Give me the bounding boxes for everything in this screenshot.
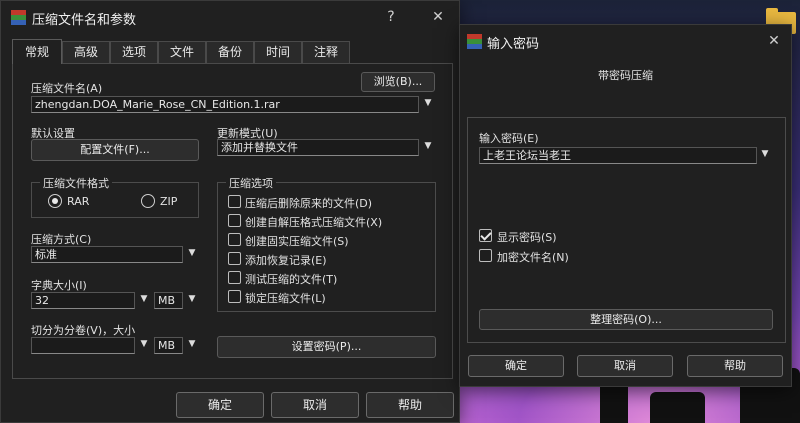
compression-method-select[interactable]: 标准 (31, 246, 183, 263)
dictionary-size-select[interactable]: 32 (31, 292, 135, 309)
option-test-files-label[interactable]: 测试压缩的文件(T) (245, 271, 337, 287)
show-password-checkbox[interactable] (479, 229, 492, 242)
split-unit-chevron-icon[interactable]: ▼ (186, 339, 198, 349)
format-rar-radio[interactable] (48, 194, 62, 208)
cancel-button[interactable]: 取消 (271, 392, 359, 418)
password-title-bar[interactable]: 输入密码 ✕ (460, 25, 791, 57)
help-question-icon[interactable]: ? (378, 7, 404, 27)
split-size-input[interactable] (31, 337, 135, 354)
ok-button[interactable]: 确定 (176, 392, 264, 418)
profiles-button[interactable]: 配置文件(F)... (31, 139, 199, 161)
option-lock-archive-label[interactable]: 锁定压缩文件(L) (245, 290, 326, 306)
archive-name-dropdown-chevron-icon[interactable]: ▼ (422, 98, 434, 108)
password-cancel-button[interactable]: 取消 (577, 355, 673, 377)
silhouette-mid (650, 392, 705, 423)
option-delete-after-label[interactable]: 压缩后删除原来的文件(D) (245, 195, 372, 211)
archive-name-input[interactable]: zhengdan.DOA_Marie_Rose_CN_Edition.1.rar (31, 96, 419, 113)
main-dialog-title: 压缩文件名和参数 (32, 13, 137, 28)
format-rar-label[interactable]: RAR (67, 195, 89, 208)
split-volumes-label: 切分为分卷(V)，大小 (31, 324, 136, 337)
winrar-app-icon (467, 34, 482, 49)
option-recovery-record-label[interactable]: 添加恢复记录(E) (245, 252, 327, 268)
show-password-label[interactable]: 显示密码(S) (497, 229, 557, 245)
main-title-bar[interactable]: 压缩文件名和参数 ? ✕ (1, 1, 459, 33)
option-test-files-checkbox[interactable] (228, 271, 241, 284)
dictionary-unit-select[interactable]: MB (154, 292, 183, 309)
option-sfx-label[interactable]: 创建自解压格式压缩文件(X) (245, 214, 382, 230)
password-input[interactable]: 上老王论坛当老王 (479, 147, 757, 164)
split-unit-select[interactable]: MB (154, 337, 183, 354)
password-subtitle: 带密码压缩 (598, 69, 653, 82)
archiving-options-group-title: 压缩选项 (226, 175, 276, 191)
password-history-chevron-icon[interactable]: ▼ (759, 149, 771, 159)
tab-time[interactable]: 时间 (254, 41, 302, 63)
tab-general[interactable]: 常规 (12, 39, 62, 64)
archive-format-group-title: 压缩文件格式 (40, 175, 112, 191)
browse-button[interactable]: 浏览(B)... (361, 72, 435, 92)
option-recovery-record-checkbox[interactable] (228, 252, 241, 265)
update-mode-select[interactable]: 添加并替换文件 (217, 139, 419, 156)
tab-comment[interactable]: 注释 (302, 41, 350, 63)
set-password-button[interactable]: 设置密码(P)... (217, 336, 436, 358)
tab-backup[interactable]: 备份 (206, 41, 254, 63)
dictionary-unit-chevron-icon[interactable]: ▼ (186, 294, 198, 304)
option-solid-checkbox[interactable] (228, 233, 241, 246)
encrypt-file-names-checkbox[interactable] (479, 249, 492, 262)
compression-method-chevron-icon[interactable]: ▼ (186, 248, 198, 258)
option-solid-label[interactable]: 创建固实压缩文件(S) (245, 233, 349, 249)
tab-files[interactable]: 文件 (158, 41, 206, 63)
encrypt-file-names-label[interactable]: 加密文件名(N) (497, 249, 569, 265)
tab-advanced[interactable]: 高级 (62, 41, 110, 63)
password-dialog-title: 输入密码 (487, 37, 540, 52)
winrar-app-icon (11, 10, 26, 25)
close-icon[interactable]: ✕ (761, 31, 787, 51)
dictionary-size-chevron-icon[interactable]: ▼ (138, 294, 150, 304)
archive-name-and-parameters-dialog: 压缩文件名和参数 ? ✕ 常规 高级 选项 文件 备份 时间 注释 压缩文件名(… (0, 0, 460, 423)
compression-method-label: 压缩方式(C) (31, 233, 92, 246)
split-size-chevron-icon[interactable]: ▼ (138, 339, 150, 349)
tab-options[interactable]: 选项 (110, 41, 158, 63)
enter-password-dialog: 输入密码 ✕ 带密码压缩 输入密码(E) 上老王论坛当老王 ▼ 显示密码(S) … (459, 24, 792, 387)
dictionary-size-label: 字典大小(I) (31, 279, 87, 292)
organize-passwords-button[interactable]: 整理密码(O)... (479, 309, 773, 330)
help-button[interactable]: 帮助 (366, 392, 454, 418)
password-help-button[interactable]: 帮助 (687, 355, 783, 377)
format-zip-label[interactable]: ZIP (160, 195, 177, 208)
option-lock-archive-checkbox[interactable] (228, 290, 241, 303)
close-icon[interactable]: ✕ (425, 7, 451, 27)
update-mode-chevron-icon[interactable]: ▼ (422, 141, 434, 151)
option-sfx-checkbox[interactable] (228, 214, 241, 227)
archive-name-label: 压缩文件名(A) (31, 82, 103, 95)
format-zip-radio[interactable] (141, 194, 155, 208)
option-delete-after-checkbox[interactable] (228, 195, 241, 208)
enter-password-label: 输入密码(E) (479, 132, 539, 145)
password-ok-button[interactable]: 确定 (468, 355, 564, 377)
